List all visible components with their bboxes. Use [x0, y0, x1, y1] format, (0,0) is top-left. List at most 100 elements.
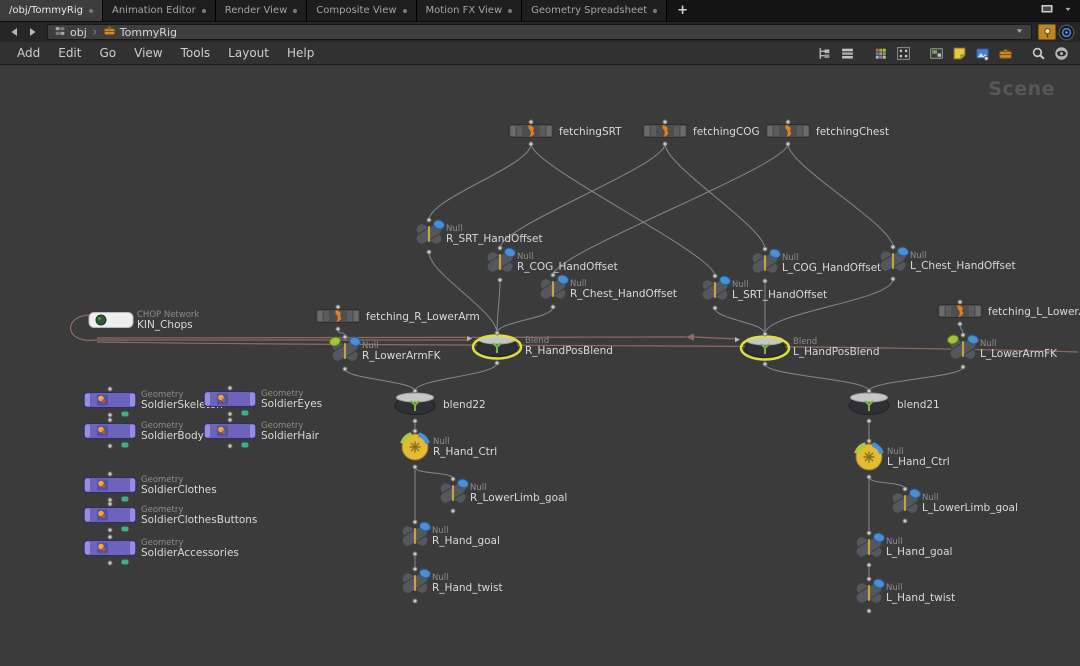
output-connector-dot[interactable] [958, 322, 963, 327]
output-connector-dot[interactable] [891, 277, 896, 282]
output-connector-dot[interactable] [413, 599, 418, 604]
input-connector-dot[interactable] [413, 520, 418, 525]
display-flag[interactable] [122, 443, 129, 448]
input-connector-dot[interactable] [867, 577, 872, 582]
input-connector-dot[interactable] [867, 389, 872, 394]
display-flag[interactable] [242, 411, 249, 416]
back-button[interactable] [5, 25, 22, 40]
output-connector-dot[interactable] [529, 142, 534, 147]
display-flag[interactable] [122, 560, 129, 565]
tab-geometry-spreadsheet[interactable]: Geometry Spreadsheet [522, 0, 667, 21]
input-connector-dot[interactable] [336, 305, 341, 310]
tab-composite-view[interactable]: Composite View [307, 0, 416, 21]
input-connector-dot[interactable] [529, 120, 534, 125]
input-connector-dot[interactable] [108, 472, 113, 477]
menu-view[interactable]: View [125, 46, 171, 60]
display-flag[interactable] [122, 527, 129, 532]
tab-motion-fx-view[interactable]: Motion FX View [417, 0, 523, 21]
input-connector-dot[interactable] [413, 567, 418, 572]
input-connector-dot[interactable] [108, 418, 113, 423]
network-tree-view-icon[interactable] [816, 45, 833, 62]
output-connector-dot[interactable] [228, 412, 233, 417]
tab-obj-tommyrig[interactable]: /obj/TommyRig [0, 0, 103, 21]
path-dropdown-icon[interactable] [1014, 25, 1025, 39]
input-connector-dot[interactable] [663, 120, 668, 125]
tab-close-icon[interactable] [89, 9, 93, 13]
input-connector-dot[interactable] [867, 439, 872, 444]
radial-menu-button[interactable] [1058, 24, 1075, 41]
overview-eye-icon[interactable] [1053, 45, 1070, 62]
breadcrumb-current[interactable]: TommyRig [103, 24, 177, 40]
network-path-field[interactable]: obj › TommyRig [47, 24, 1032, 40]
pin-panel-button[interactable] [1038, 24, 1056, 40]
output-connector-dot[interactable] [867, 419, 872, 424]
menu-add[interactable]: Add [8, 46, 49, 60]
tab-render-view[interactable]: Render View [216, 0, 308, 21]
network-editor-canvas[interactable]: fetchingSRT fetchingCOG fetchingChest Nu… [0, 65, 1080, 666]
tab-animation-editor[interactable]: Animation Editor [103, 0, 216, 21]
output-connector-dot[interactable] [663, 142, 668, 147]
network-box-icon[interactable] [997, 45, 1014, 62]
output-connector-dot[interactable] [498, 278, 503, 283]
output-connector-dot[interactable] [108, 561, 113, 566]
input-connector-dot[interactable] [427, 218, 432, 223]
tab-close-icon[interactable] [508, 9, 512, 13]
output-connector-dot[interactable] [495, 361, 500, 366]
output-connector-dot[interactable] [551, 305, 556, 310]
output-connector-dot[interactable] [108, 528, 113, 533]
display-flag[interactable] [242, 443, 249, 448]
sticky-note-icon[interactable] [951, 45, 968, 62]
list-view-icon[interactable] [839, 45, 856, 62]
input-connector-dot[interactable] [413, 389, 418, 394]
input-connector-dot[interactable] [763, 332, 768, 337]
input-connector-dot[interactable] [108, 387, 113, 392]
display-flag[interactable] [122, 412, 129, 417]
output-connector-dot[interactable] [108, 444, 113, 449]
input-connector-dot[interactable] [413, 429, 418, 434]
output-connector-dot[interactable] [763, 279, 768, 284]
output-connector-dot[interactable] [786, 142, 791, 147]
output-connector-dot[interactable] [343, 367, 348, 372]
new-tab-button[interactable]: + [667, 0, 698, 21]
output-connector-dot[interactable] [867, 563, 872, 568]
output-connector-dot[interactable] [336, 327, 341, 332]
input-connector-dot[interactable] [713, 274, 718, 279]
input-connector-dot[interactable] [108, 502, 113, 507]
output-connector-dot[interactable] [427, 250, 432, 255]
input-connector-dot[interactable] [958, 300, 963, 305]
output-connector-dot[interactable] [413, 552, 418, 557]
forward-button[interactable] [24, 25, 41, 40]
background-image-icon[interactable] [974, 45, 991, 62]
input-connector-dot[interactable] [961, 333, 966, 338]
input-connector-dot[interactable] [228, 386, 233, 391]
input-connector-dot[interactable] [498, 246, 503, 251]
output-connector-dot[interactable] [867, 475, 872, 480]
tab-close-icon[interactable] [653, 9, 657, 13]
input-connector-dot[interactable] [786, 120, 791, 125]
tab-close-icon[interactable] [293, 9, 297, 13]
output-connector-dot[interactable] [903, 519, 908, 524]
thumbnail-grid-icon[interactable] [895, 45, 912, 62]
pane-menu-arrow-icon[interactable] [1063, 4, 1073, 17]
input-connector-dot[interactable] [451, 477, 456, 482]
input-connector-dot[interactable] [891, 245, 896, 250]
output-connector-dot[interactable] [413, 465, 418, 470]
tab-close-icon[interactable] [403, 9, 407, 13]
output-connector-dot[interactable] [713, 306, 718, 311]
breadcrumb-root[interactable]: obj [54, 25, 87, 40]
search-icon[interactable] [1030, 45, 1047, 62]
display-flag[interactable] [122, 497, 129, 502]
menu-go[interactable]: Go [90, 46, 125, 60]
output-connector-dot[interactable] [413, 419, 418, 424]
input-connector-dot[interactable] [108, 535, 113, 540]
input-connector-dot[interactable] [495, 331, 500, 336]
color-palette-grid-icon[interactable] [872, 45, 889, 62]
menu-help[interactable]: Help [278, 46, 323, 60]
menu-edit[interactable]: Edit [49, 46, 90, 60]
input-connector-dot[interactable] [343, 335, 348, 340]
pane-layout-icon[interactable] [1040, 2, 1054, 19]
tab-close-icon[interactable] [202, 9, 206, 13]
output-connector-dot[interactable] [763, 362, 768, 367]
snapshot-icon[interactable] [928, 45, 945, 62]
menu-layout[interactable]: Layout [219, 46, 278, 60]
